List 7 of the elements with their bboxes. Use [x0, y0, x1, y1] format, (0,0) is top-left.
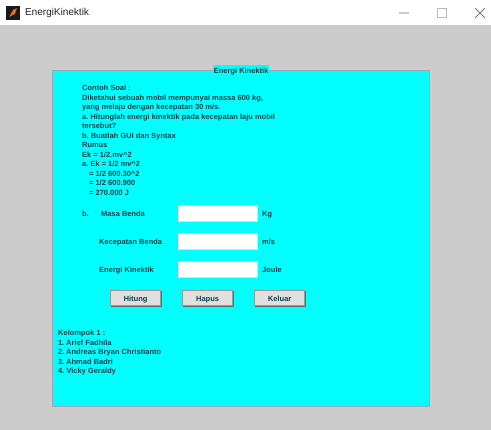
input-field[interactable] — [178, 261, 258, 278]
app-icon — [6, 6, 20, 20]
maximize-icon[interactable] — [437, 8, 447, 18]
close-icon[interactable] — [475, 8, 485, 18]
input-field[interactable] — [178, 233, 258, 250]
input-field[interactable] — [178, 205, 258, 222]
window-title: EnergiKinektik — [25, 6, 89, 20]
